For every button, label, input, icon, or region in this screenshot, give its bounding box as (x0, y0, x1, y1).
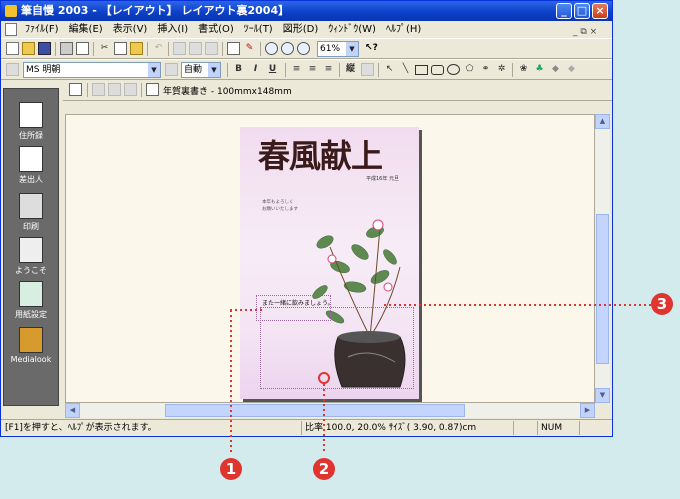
callout-badge-2: 2 (313, 458, 335, 480)
callout-badge-3: 3 (651, 293, 673, 315)
callout-badge-1: 1 (220, 458, 242, 480)
callout-guides (230, 304, 652, 452)
